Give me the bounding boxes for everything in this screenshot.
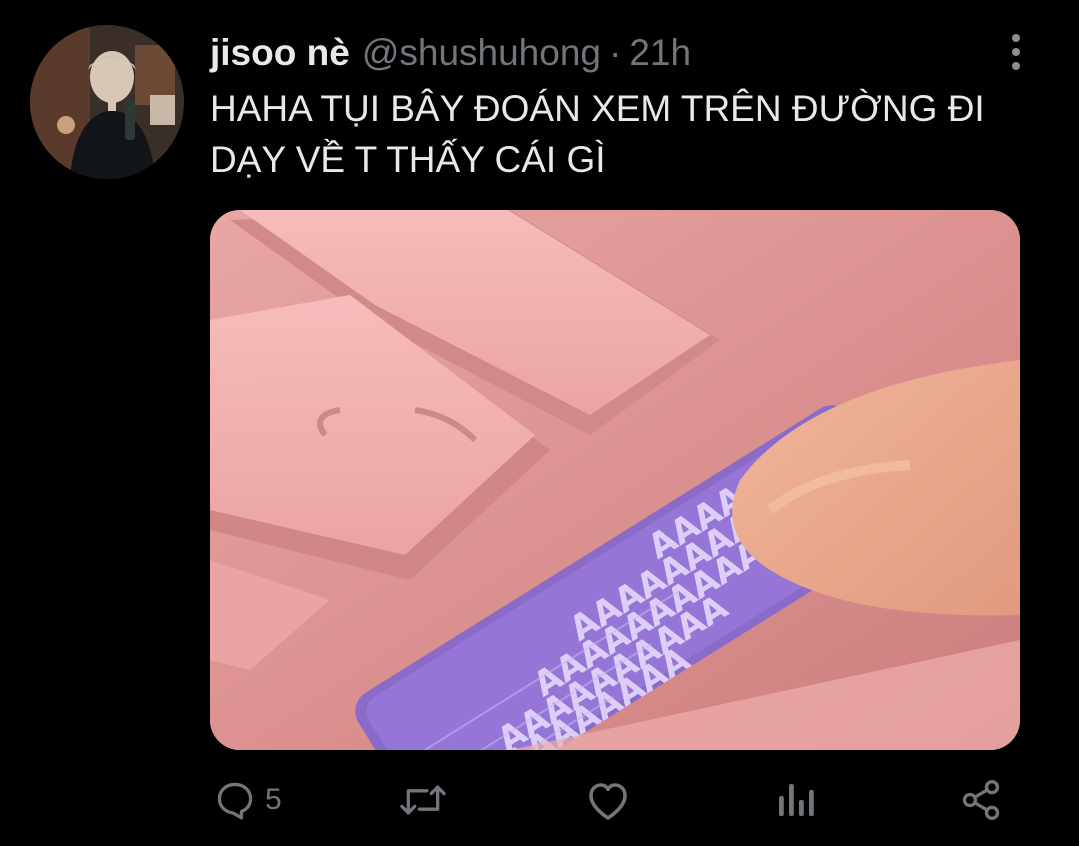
views-button[interactable] xyxy=(775,770,823,830)
heart-icon xyxy=(589,783,627,820)
reply-button[interactable]: 5 xyxy=(213,770,282,830)
more-options-icon xyxy=(1012,34,1020,42)
tweet-header: jisoo nè @shushuhong · 21h xyxy=(210,30,691,76)
display-name[interactable]: jisoo nè xyxy=(210,30,350,76)
more-options-button[interactable] xyxy=(1003,30,1029,74)
analytics-icon xyxy=(779,784,814,816)
tweet-actions: 5 xyxy=(0,770,1079,830)
like-button[interactable] xyxy=(584,770,640,830)
reply-icon xyxy=(217,782,253,820)
tweet-media[interactable]: AAAAA AAAAAAAA AAAAAAAAAA AAAAAAAAAA AAA… xyxy=(210,210,1020,750)
share-icon xyxy=(962,780,1000,820)
user-handle[interactable]: @shushuhong xyxy=(362,30,601,76)
avatar[interactable] xyxy=(30,25,184,179)
retweet-button[interactable] xyxy=(397,770,457,830)
avatar-photo xyxy=(30,25,184,179)
share-button[interactable] xyxy=(958,770,1012,830)
retweet-icon xyxy=(400,785,446,815)
timestamp[interactable]: 21h xyxy=(629,30,691,76)
tweet[interactable]: jisoo nè @shushuhong · 21h HAHA TỤI BÂY … xyxy=(0,0,1079,846)
reply-count: 5 xyxy=(265,783,282,816)
tweet-text: HAHA TỤI BÂY ĐOÁN XEM TRÊN ĐƯỜNG ĐI DẠY … xyxy=(210,88,985,180)
keyboard-meme-image: AAAAA AAAAAAAA AAAAAAAAAA AAAAAAAAAA AAA… xyxy=(210,210,1020,750)
separator-dot: · xyxy=(609,32,622,73)
